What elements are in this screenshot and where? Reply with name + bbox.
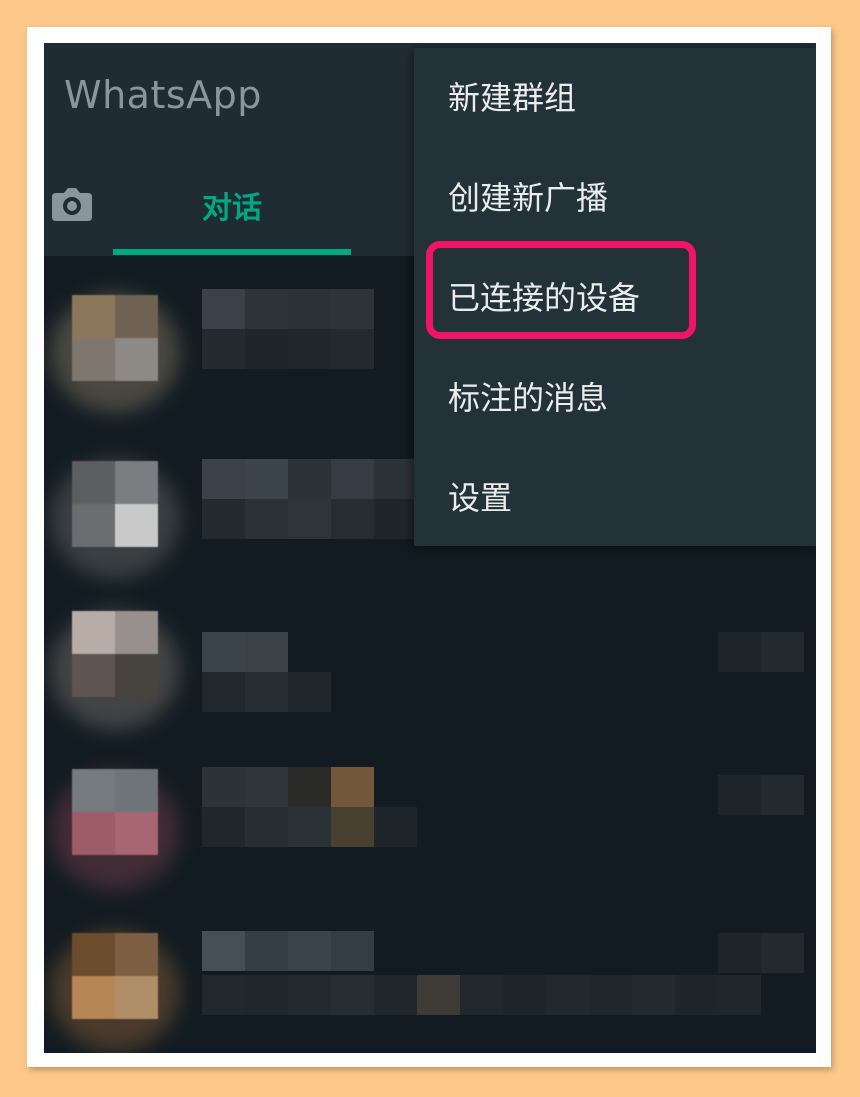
pixelated-name — [202, 767, 374, 807]
avatar — [72, 295, 158, 381]
app-title: WhatsApp — [64, 73, 262, 117]
pixelated-name — [202, 459, 417, 499]
pixelated-time — [718, 632, 804, 672]
pixelated-message — [202, 975, 761, 1015]
pixelated-name — [202, 289, 374, 329]
pixelated-name — [202, 931, 374, 971]
menu-item-starred-messages[interactable]: 标注的消息 — [448, 368, 778, 428]
avatar — [72, 769, 158, 855]
avatar — [72, 611, 158, 697]
phone-screen: WhatsApp 对话 新建群组 创建新广播 已连接的设备 标注的消息 设置 — [44, 43, 816, 1053]
pixelated-message — [202, 807, 417, 847]
chat-list-item[interactable] — [44, 765, 816, 915]
menu-item-new-broadcast[interactable]: 创建新广播 — [448, 168, 778, 228]
menu-item-new-group[interactable]: 新建群组 — [448, 68, 778, 128]
avatar — [72, 461, 158, 547]
camera-icon[interactable] — [50, 185, 94, 223]
chat-list-item[interactable] — [44, 608, 816, 758]
tab-chats[interactable]: 对话 — [113, 183, 351, 229]
menu-item-settings[interactable]: 设置 — [448, 468, 778, 528]
pixelated-message — [202, 329, 374, 369]
pixelated-time — [718, 775, 804, 815]
pixelated-message — [202, 499, 417, 539]
pixelated-time — [718, 933, 804, 973]
overflow-menu: 新建群组 创建新广播 已连接的设备 标注的消息 设置 — [414, 48, 816, 546]
pixelated-message — [202, 672, 331, 712]
chat-list-item[interactable] — [44, 931, 816, 1053]
menu-item-linked-devices[interactable]: 已连接的设备 — [448, 268, 778, 328]
tab-active-indicator — [113, 249, 351, 255]
avatar — [72, 933, 158, 1019]
pixelated-name — [202, 632, 288, 672]
